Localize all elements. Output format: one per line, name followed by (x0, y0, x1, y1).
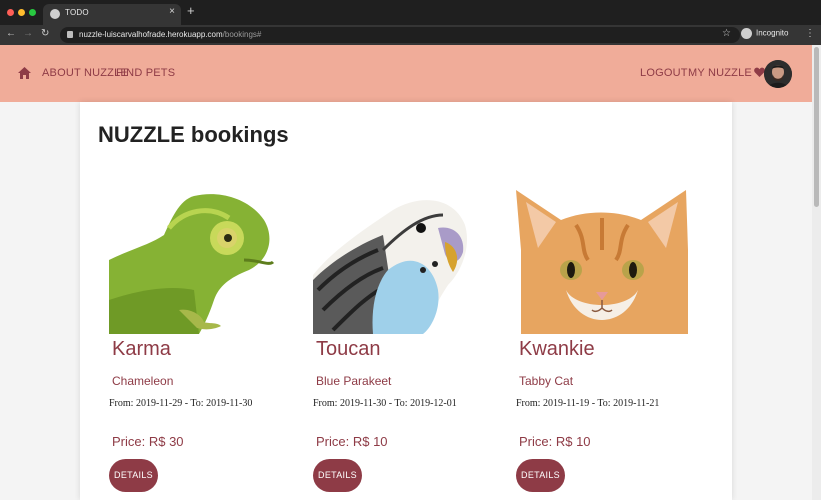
nav-my-nuzzle[interactable]: MY NUZZLE (688, 67, 765, 79)
new-tab-icon[interactable]: + (187, 4, 195, 18)
url-text: nuzzle-luiscarvalhofrade.herokuapp.com/b… (79, 30, 261, 39)
user-avatar[interactable] (764, 60, 792, 88)
url-path: /bookings# (222, 30, 262, 39)
page-scrollbar[interactable] (812, 45, 821, 500)
close-window-button[interactable] (7, 9, 14, 16)
incognito-icon (741, 28, 752, 39)
booking-price: Price: R$ 10 (519, 434, 591, 449)
menu-kebab-icon[interactable]: ⋮ (805, 28, 815, 39)
star-icon[interactable]: ☆ (722, 28, 731, 39)
back-arrow-icon[interactable]: ← (6, 28, 16, 39)
lock-icon (67, 31, 73, 38)
pet-breed: Chameleon (112, 374, 174, 388)
tab-title: TODO (65, 8, 89, 17)
nav-find-pets[interactable]: FIND PETS (116, 67, 175, 79)
details-button[interactable]: DETAILS (516, 459, 565, 492)
pet-name: Kwankie (519, 338, 595, 360)
browser-toolbar: ← → ↻ nuzzle-luiscarvalhofrade.herokuapp… (0, 25, 821, 45)
browser-tab[interactable]: TODO × (43, 4, 181, 25)
booking-price: Price: R$ 30 (112, 434, 184, 449)
forward-arrow-icon[interactable]: → (23, 28, 33, 39)
nav-logout[interactable]: LOGOUT (640, 67, 688, 79)
pet-breed: Tabby Cat (519, 374, 574, 388)
home-icon[interactable] (18, 67, 31, 79)
booking-price: Price: R$ 10 (316, 434, 388, 449)
address-bar[interactable]: nuzzle-luiscarvalhofrade.herokuapp.com/b… (60, 27, 740, 43)
close-tab-icon[interactable]: × (169, 6, 175, 17)
incognito-indicator[interactable]: Incognito (741, 28, 788, 42)
globe-icon (50, 9, 60, 19)
incognito-label: Incognito (756, 28, 789, 38)
avatar-photo (764, 60, 792, 88)
details-button[interactable]: DETAILS (313, 459, 362, 492)
pet-breed: Blue Parakeet (316, 374, 392, 388)
details-button[interactable]: DETAILS (109, 459, 158, 492)
browser-tab-bar: TODO × + (0, 0, 821, 25)
bookings-panel: NUZZLE bookings Karma Chameleon From: 20… (80, 102, 732, 500)
booking-dates: From: 2019-11-30 - To: 2019-12-01 (313, 398, 457, 409)
url-host: nuzzle-luiscarvalhofrade.herokuapp.com (79, 30, 223, 39)
pet-name: Karma (112, 338, 171, 360)
tabby-cat-photo (516, 190, 688, 334)
booking-dates: From: 2019-11-29 - To: 2019-11-30 (109, 398, 253, 409)
page-viewport: ABOUT NUZZLE FIND PETS LOGOUT MY NUZZLE … (0, 45, 821, 500)
page-title: NUZZLE bookings (98, 122, 289, 147)
booking-dates: From: 2019-11-19 - To: 2019-11-21 (516, 398, 660, 409)
site-navbar: ABOUT NUZZLE FIND PETS LOGOUT MY NUZZLE (0, 45, 812, 102)
scrollbar-thumb[interactable] (814, 47, 819, 207)
minimize-window-button[interactable] (18, 9, 25, 16)
parakeet-photo (313, 190, 469, 334)
nav-my-nuzzle-label: MY NUZZLE (688, 67, 752, 79)
reload-icon[interactable]: ↻ (41, 28, 49, 39)
pet-name: Toucan (316, 338, 381, 360)
chameleon-photo (109, 190, 275, 334)
maximize-window-button[interactable] (29, 9, 36, 16)
